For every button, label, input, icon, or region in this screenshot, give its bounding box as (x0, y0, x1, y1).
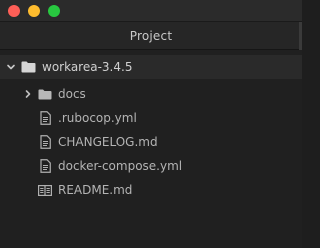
file-tree: docs .rubocop.yml CHANGELOG.md docker-co… (0, 82, 302, 202)
book-icon (38, 183, 52, 197)
minimize-window-button[interactable] (28, 5, 40, 17)
panel-edge (299, 22, 302, 50)
tree-root-label: workarea-3.4.5 (42, 60, 133, 74)
tree-item-docs[interactable]: docs (0, 82, 302, 106)
tree-root-row[interactable]: workarea-3.4.5 (0, 55, 302, 79)
file-icon (38, 111, 52, 125)
tree-item-label: .rubocop.yml (58, 111, 137, 125)
tree-item-label: README.md (58, 183, 133, 197)
folder-icon (38, 87, 52, 101)
folder-icon (21, 61, 36, 73)
project-window: Project workarea-3.4.5 docs .rubocop.yml… (0, 0, 302, 248)
tree-item-label: CHANGELOG.md (58, 135, 158, 149)
tree-item-docker-compose[interactable]: docker-compose.yml (0, 154, 302, 178)
panel-title: Project (129, 28, 173, 43)
file-icon (38, 135, 52, 149)
chevron-right-icon[interactable] (22, 88, 34, 100)
close-window-button[interactable] (8, 5, 20, 17)
tree-item-changelog[interactable]: CHANGELOG.md (0, 130, 302, 154)
maximize-window-button[interactable] (48, 5, 60, 17)
tree-item-label: docs (58, 87, 86, 101)
tree-item-label: docker-compose.yml (58, 159, 183, 173)
file-icon (38, 159, 52, 173)
chevron-down-icon[interactable] (5, 61, 17, 73)
title-bar (0, 0, 302, 22)
tree-item-readme[interactable]: README.md (0, 178, 302, 202)
tree-item-rubocop[interactable]: .rubocop.yml (0, 106, 302, 130)
panel-header: Project (0, 22, 302, 50)
